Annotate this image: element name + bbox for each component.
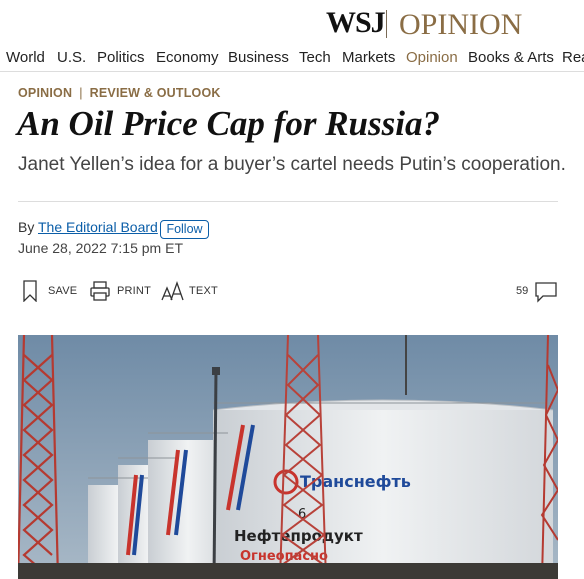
byline: By The Editorial Board — [18, 219, 158, 235]
masthead: WSJ OPINION — [0, 4, 584, 42]
kicker-section[interactable]: OPINION — [18, 86, 72, 100]
comments-button[interactable]: 59 — [516, 281, 560, 303]
print-label: PRINT — [117, 285, 151, 297]
comment-icon — [535, 282, 557, 303]
publish-date: June 28, 2022 7:15 pm ET — [18, 240, 183, 256]
nav-item-business[interactable]: Business — [228, 49, 289, 66]
bookmark-icon — [23, 280, 37, 302]
masthead-divider — [386, 10, 387, 38]
nav-item-tech[interactable]: Tech — [299, 49, 331, 66]
article-dek: Janet Yellen’s idea for a buyer’s cartel… — [18, 154, 566, 175]
text-label: TEXT — [189, 285, 218, 297]
text-size-icon — [161, 281, 184, 301]
opinion-section-logo[interactable]: OPINION — [399, 8, 522, 42]
nav-item-opinion[interactable]: Opinion — [406, 49, 458, 66]
tank-warning-text: Огнеопасно — [240, 549, 328, 564]
main-nav: World U.S. Politics Economy Business Tec… — [0, 46, 584, 72]
tank-product-text: Нефтепродукт — [234, 527, 363, 545]
printer-icon — [90, 281, 110, 301]
divider — [18, 201, 558, 202]
print-button[interactable]: PRINT — [90, 280, 151, 302]
follow-button[interactable]: Follow — [160, 220, 209, 239]
tank-brand-text: Транснефть — [300, 472, 411, 491]
save-button[interactable]: SAVE — [22, 280, 78, 302]
nav-item-world[interactable]: World — [6, 49, 45, 66]
nav-item-us[interactable]: U.S. — [57, 49, 86, 66]
article-photo: Транснефть 6 Нефтепродукт Огнеопасно — [18, 335, 558, 579]
byline-prefix: By — [18, 219, 35, 235]
kicker-separator: | — [79, 86, 83, 100]
kicker-subsection[interactable]: REVIEW & OUTLOOK — [90, 86, 221, 100]
article-kicker: OPINION | REVIEW & OUTLOOK — [18, 86, 221, 100]
article-headline: An Oil Price Cap for Russia? — [17, 104, 440, 143]
nav-item-books-arts[interactable]: Books & Arts — [468, 49, 554, 66]
author-link[interactable]: The Editorial Board — [38, 219, 158, 235]
nav-item-markets[interactable]: Markets — [342, 49, 395, 66]
text-size-button[interactable]: TEXT — [161, 280, 219, 302]
nav-item-politics[interactable]: Politics — [97, 49, 145, 66]
oil-tanks-image: Транснефть 6 Нефтепродукт Огнеопасно — [18, 335, 558, 579]
comment-count: 59 — [516, 285, 529, 297]
nav-item-economy[interactable]: Economy — [156, 49, 219, 66]
save-label: SAVE — [48, 285, 78, 297]
wsj-logo[interactable]: WSJ — [326, 6, 386, 40]
nav-item-real-estate[interactable]: Real Estate — [562, 49, 584, 66]
